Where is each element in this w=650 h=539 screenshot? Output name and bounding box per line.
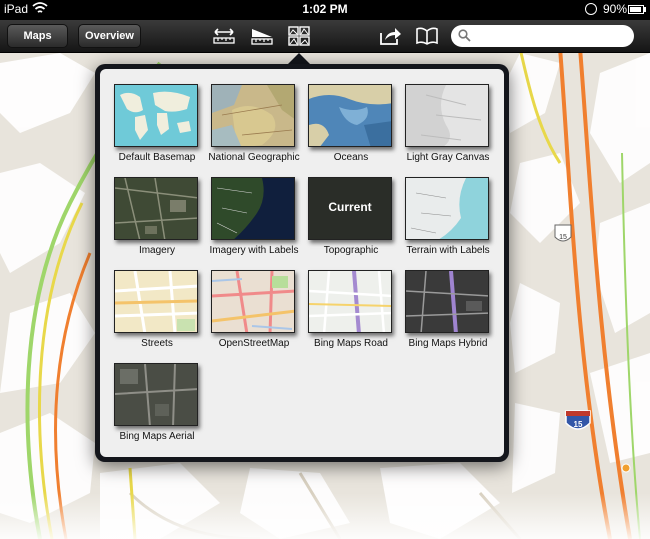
elevation-profile-icon[interactable] — [250, 25, 274, 47]
rotation-lock-icon — [585, 3, 597, 15]
basemap-label: OpenStreetMap — [218, 338, 290, 349]
basemap-gallery-icon[interactable] — [287, 25, 311, 47]
basemap-thumbnail — [405, 270, 489, 333]
share-icon[interactable] — [378, 25, 402, 47]
battery-percentage: 90% — [603, 2, 628, 16]
basemap-thumbnail: Current — [308, 177, 392, 240]
basemap-thumbnail — [211, 270, 295, 333]
clock: 1:02 PM — [302, 2, 348, 16]
basemap-thumbnail — [114, 270, 198, 333]
basemap-thumbnail — [211, 84, 295, 147]
basemap-label: Default Basemap — [118, 152, 196, 163]
basemap-label: Topographic — [323, 245, 379, 256]
basemap-thumbnail — [114, 84, 198, 147]
basemap-label: Imagery — [138, 245, 176, 256]
bookmarks-icon[interactable] — [415, 25, 439, 47]
basemap-label: National Geographic — [208, 152, 300, 163]
basemap-label: Bing Maps Hybrid — [408, 338, 488, 349]
basemap-thumbnail — [114, 177, 198, 240]
basemap-label: Bing Maps Road — [314, 338, 388, 349]
battery-icon — [628, 5, 644, 14]
basemap-thumbnail — [405, 177, 489, 240]
overview-button[interactable]: Overview — [78, 24, 141, 48]
highway-shield-icon: 15 — [565, 410, 591, 430]
basemap-gallery-popover: Default Basemap National Geographic Ocea… — [95, 64, 509, 462]
basemap-label: Oceans — [333, 152, 369, 163]
search-icon — [458, 29, 471, 42]
basemap-label: Light Gray Canvas — [406, 152, 490, 163]
interstate-shield-icon: 15 — [554, 224, 572, 242]
toolbar: Maps Overview — [0, 20, 650, 53]
basemap-label: Streets — [141, 338, 173, 349]
basemap-label: Imagery with Labels — [209, 245, 299, 256]
search-field[interactable] — [451, 25, 634, 47]
basemap-thumbnail — [211, 177, 295, 240]
map-fade — [0, 493, 650, 539]
map-marker — [621, 463, 631, 473]
basemap-thumbnail — [308, 270, 392, 333]
basemap-label: Bing Maps Aerial — [119, 431, 195, 442]
basemap-thumbnail — [308, 84, 392, 147]
maps-button[interactable]: Maps — [7, 24, 68, 48]
highway-shield-label: 15 — [574, 420, 583, 429]
measure-icon[interactable] — [212, 25, 236, 47]
basemap-gallery-grid: Default Basemap National Geographic Ocea… — [100, 69, 504, 457]
status-bar: iPad 1:02 PM 90% — [0, 0, 650, 20]
battery-tip — [644, 7, 646, 12]
search-input[interactable] — [475, 27, 629, 45]
basemap-label: Terrain with Labels — [406, 245, 490, 256]
current-badge: Current — [328, 200, 372, 214]
basemap-thumbnail — [114, 363, 198, 426]
interstate-shield-label: 15 — [559, 234, 567, 241]
basemap-thumbnail — [405, 84, 489, 147]
